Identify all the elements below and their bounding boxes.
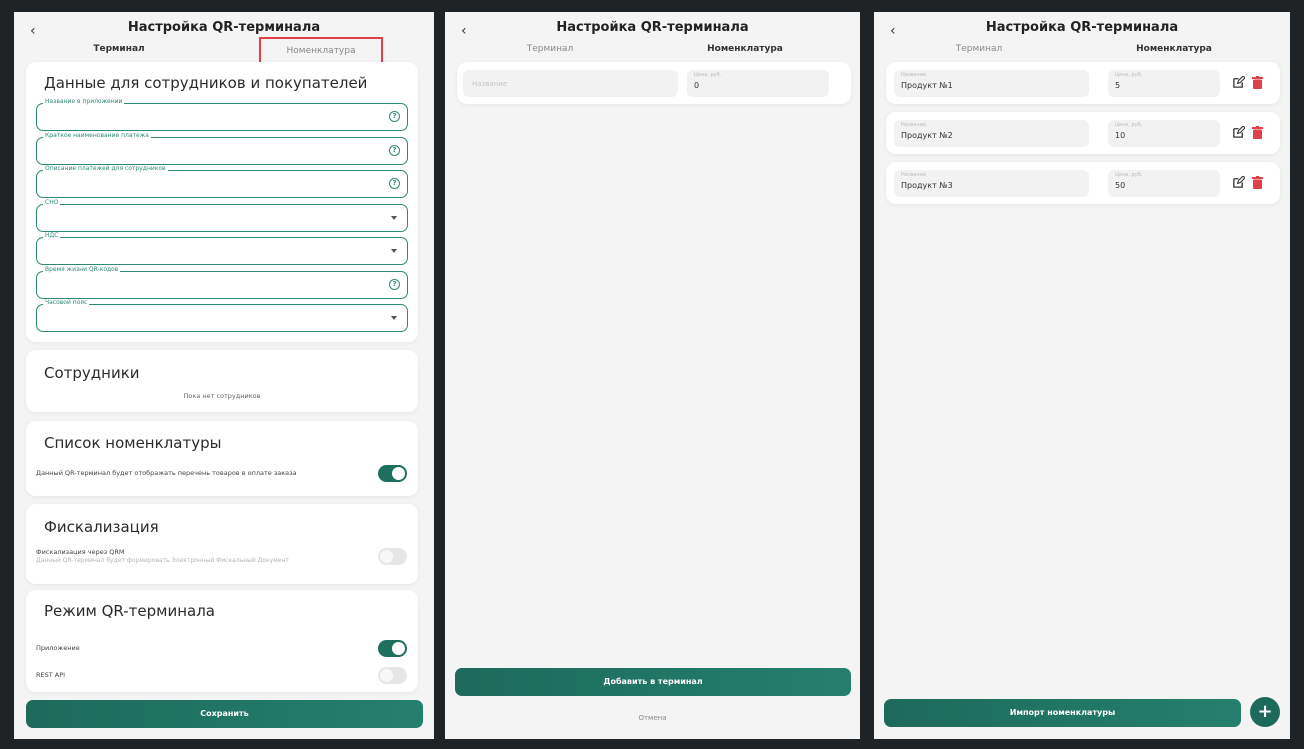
- add-product-panel: ‹ Настройка QR-терминала Терминал Номенк…: [445, 12, 860, 739]
- product-name: Продукт №2: [901, 131, 953, 140]
- terminal-settings-panel: ‹ Настройка QR-терминала Терминал Номенк…: [14, 12, 434, 739]
- field-label: Название в приложении: [43, 98, 125, 105]
- tab-nomenclature[interactable]: Номенклатура: [1099, 44, 1249, 54]
- field-label: НДС: [43, 232, 61, 239]
- edit-icon[interactable]: [1232, 176, 1245, 189]
- page-title: Настройка QR-терминала: [556, 20, 749, 35]
- tab-nomenclature[interactable]: Номенклатура: [670, 44, 820, 54]
- product-name-field[interactable]: Название Продукт №3: [894, 170, 1089, 197]
- product-price: 50: [1115, 181, 1126, 190]
- price-label: Цена, руб.: [1115, 172, 1143, 178]
- fiscal-toggle[interactable]: [378, 548, 407, 565]
- nomenclature-list-panel: ‹ Настройка QR-терминала Терминал Номенк…: [874, 12, 1290, 739]
- delete-icon[interactable]: [1252, 76, 1263, 89]
- fiscal-card: Фискализация Фискализация через QRM Данн…: [26, 504, 418, 584]
- app-name-field[interactable]: Название в приложении ?: [36, 98, 408, 131]
- payment-description-field[interactable]: Описание платежей для сотрудников ?: [36, 165, 408, 198]
- product-name-placeholder: Название: [472, 80, 508, 88]
- name-label: Название: [901, 122, 927, 128]
- field-label: Описание платежей для сотрудников: [43, 165, 168, 172]
- product-name: Продукт №1: [901, 81, 953, 90]
- product-name: Продукт №3: [901, 181, 953, 190]
- product-name-input[interactable]: Название: [463, 70, 678, 97]
- timezone-select[interactable]: Часовой пояс: [36, 299, 408, 332]
- fiscal-toggle-subtext: Данный QR-терминал будет формировать Эле…: [36, 557, 289, 564]
- field-label: Время жизни QR-кодов: [43, 266, 121, 273]
- product-row: Название Продукт №3 Цена, руб. 50: [886, 162, 1280, 204]
- product-price-field[interactable]: Цена, руб. 10: [1108, 120, 1220, 147]
- fiscal-title: Фискализация: [44, 518, 159, 536]
- edit-icon[interactable]: [1232, 76, 1245, 89]
- help-icon[interactable]: ?: [389, 111, 400, 122]
- data-section-card: Данные для сотрудников и покупателей Наз…: [26, 62, 418, 342]
- product-row: Название Продукт №1 Цена, руб. 5: [886, 62, 1280, 104]
- mode-card: Режим QR-терминала Приложение REST API: [26, 590, 418, 692]
- plus-icon: +: [1257, 701, 1273, 722]
- add-product-button[interactable]: +: [1250, 697, 1280, 727]
- name-label: Название: [901, 172, 927, 178]
- employees-empty-text: Пока нет сотрудников: [183, 392, 261, 400]
- product-row: Название Продукт №2 Цена, руб. 10: [886, 112, 1280, 154]
- price-label: Цена, руб.: [1115, 122, 1143, 128]
- product-price: 10: [1115, 131, 1126, 140]
- save-button[interactable]: Сохранить: [26, 700, 423, 728]
- vat-select[interactable]: НДС: [36, 232, 408, 265]
- toggle-knob: [392, 467, 405, 480]
- mode-app-toggle[interactable]: [378, 640, 407, 657]
- mode-title: Режим QR-терминала: [44, 602, 215, 620]
- mode-api-toggle[interactable]: [378, 667, 407, 684]
- help-icon[interactable]: ?: [389, 178, 400, 189]
- page-title: Настройка QR-терминала: [127, 20, 321, 35]
- product-price: 5: [1115, 81, 1121, 90]
- employees-title: Сотрудники: [44, 364, 140, 382]
- toggle-knob: [380, 550, 393, 563]
- product-price-input[interactable]: Цена, руб. 0: [687, 70, 829, 97]
- delete-icon[interactable]: [1252, 126, 1263, 139]
- mode-api-label: REST API: [36, 671, 66, 679]
- cancel-link[interactable]: Отмена: [445, 714, 860, 722]
- import-nomenclature-button[interactable]: Импорт номенклатуры: [884, 699, 1241, 727]
- tax-system-select[interactable]: СНО: [36, 199, 408, 232]
- help-icon[interactable]: ?: [389, 279, 400, 290]
- payment-short-name-field[interactable]: Краткое наименование платежа ?: [36, 132, 408, 165]
- add-to-terminal-button[interactable]: Добавить в терминал: [455, 668, 851, 696]
- field-label: Часовой пояс: [43, 299, 90, 306]
- dropdown-icon: [391, 249, 397, 253]
- toggle-knob: [392, 642, 405, 655]
- employees-card: Сотрудники Пока нет сотрудников: [26, 350, 418, 412]
- price-value: 0: [694, 81, 700, 90]
- price-label: Цена, руб.: [694, 72, 722, 78]
- product-name-field[interactable]: Название Продукт №1: [894, 70, 1089, 97]
- delete-icon[interactable]: [1252, 176, 1263, 189]
- help-icon[interactable]: ?: [389, 145, 400, 156]
- qr-lifetime-field[interactable]: Время жизни QR-кодов ?: [36, 266, 408, 299]
- mode-app-label: Приложение: [36, 644, 80, 652]
- edit-icon[interactable]: [1232, 126, 1245, 139]
- tab-terminal[interactable]: Терминал: [44, 44, 194, 54]
- tab-terminal[interactable]: Терминал: [475, 44, 625, 54]
- product-price-field[interactable]: Цена, руб. 5: [1108, 70, 1220, 97]
- toggle-knob: [380, 669, 393, 682]
- nomenclature-toggle-label: Данный QR-терминал будет отображать пере…: [36, 469, 297, 477]
- price-label: Цена, руб.: [1115, 72, 1143, 78]
- product-name-field[interactable]: Название Продукт №2: [894, 120, 1089, 147]
- name-label: Название: [901, 72, 927, 78]
- product-price-field[interactable]: Цена, руб. 50: [1108, 170, 1220, 197]
- nomenclature-toggle[interactable]: [378, 465, 407, 482]
- dropdown-icon: [391, 216, 397, 220]
- field-label: СНО: [43, 199, 61, 206]
- new-product-row: Название Цена, руб. 0: [457, 62, 851, 104]
- fiscal-toggle-label: Фискализация через QRM: [36, 548, 125, 556]
- tab-terminal[interactable]: Терминал: [904, 44, 1054, 54]
- page-title: Настройка QR-терминала: [985, 20, 1179, 35]
- field-label: Краткое наименование платежа: [43, 132, 151, 139]
- nomenclature-title: Список номенклатуры: [44, 434, 222, 452]
- dropdown-icon: [391, 316, 397, 320]
- data-section-title: Данные для сотрудников и покупателей: [44, 74, 368, 92]
- nomenclature-card: Список номенклатуры Данный QR-терминал б…: [26, 421, 418, 496]
